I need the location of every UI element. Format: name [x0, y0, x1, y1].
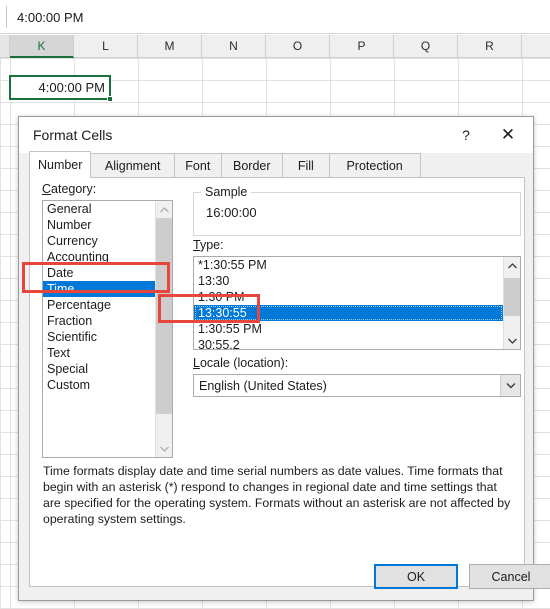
column-header-l[interactable]: L [74, 35, 138, 58]
number-tab-panel: Category: General Number Currency Accountin… [29, 177, 525, 587]
sample-groupbox: Sample 16:00:00 [193, 185, 521, 236]
column-header-p[interactable]: P [330, 35, 394, 58]
type-item-0[interactable]: *1:30:55 PM [194, 257, 503, 273]
gridline-horizontal [0, 102, 550, 103]
formula-bar-value[interactable]: 4:00:00 PM [17, 0, 84, 34]
formula-bar[interactable]: 4:00:00 PM [0, 0, 550, 34]
type-scrollbar[interactable] [503, 257, 520, 349]
tab-border[interactable]: Border [220, 153, 283, 178]
tab-label: Number [37, 158, 83, 172]
locale-label: Locale (location): [193, 356, 289, 370]
type-items[interactable]: *1:30:55 PM 13:30 1:30 PM 13:30:55 1:30:55 P… [194, 257, 503, 349]
category-item-time[interactable]: Time [43, 281, 155, 297]
sample-value: 16:00:00 [206, 205, 257, 220]
fill-handle[interactable] [107, 96, 113, 102]
category-item-special[interactable]: Special [43, 361, 155, 377]
category-description: Time formats display date and time seria… [43, 464, 511, 526]
selected-cell[interactable]: 4:00:00 PM [9, 75, 111, 100]
category-item-date[interactable]: Date [43, 265, 155, 281]
category-item-general[interactable]: General [43, 201, 155, 217]
category-scrollbar-thumb[interactable] [156, 218, 172, 414]
close-icon[interactable]: ✕ [489, 117, 527, 153]
type-item-3[interactable]: 13:30:55 [194, 305, 503, 321]
category-scrollbar[interactable] [155, 201, 172, 457]
column-header-o[interactable]: O [266, 35, 330, 58]
category-item-fraction[interactable]: Fraction [43, 313, 155, 329]
tab-label: Font [185, 159, 211, 173]
category-item-percentage[interactable]: Percentage [43, 297, 155, 313]
type-listbox[interactable]: *1:30:55 PM 13:30 1:30 PM 13:30:55 1:30:55 P… [193, 256, 521, 350]
category-item-custom[interactable]: Custom [43, 377, 155, 393]
gridline-vertical [10, 58, 11, 609]
format-cells-dialog: Format Cells ? ✕ Number Alignment Font Bord… [18, 116, 550, 601]
tab-label: Alignment [104, 159, 161, 173]
screen: 4:00:00 PM KLMNOPQR 4:00:00 PM Format Ce… [0, 0, 550, 609]
column-header-q[interactable]: Q [394, 35, 458, 58]
column-header-k[interactable]: K [10, 35, 74, 58]
dialog-title: Format Cells [33, 127, 113, 143]
chevron-up-icon[interactable] [504, 257, 520, 274]
sample-label: Sample [201, 185, 252, 199]
dialog-titlebar[interactable]: Format Cells ? ✕ [19, 117, 533, 153]
dialog-tabs: Number Alignment Font Border Fill Protection [19, 151, 533, 178]
tab-protection[interactable]: Protection [328, 153, 421, 178]
ok-button[interactable]: OK [374, 564, 458, 589]
tab-alignment[interactable]: Alignment [90, 153, 175, 178]
category-label: Category: [42, 182, 97, 196]
category-item-text[interactable]: Text [43, 345, 155, 361]
tab-label: Protection [346, 159, 403, 173]
type-item-1[interactable]: 13:30 [194, 273, 503, 289]
column-header-n[interactable]: N [202, 35, 266, 58]
type-scrollbar-thumb[interactable] [504, 278, 520, 316]
tab-number[interactable]: Number [29, 151, 92, 178]
chevron-down-icon[interactable] [500, 375, 520, 396]
cancel-button[interactable]: Cancel [469, 564, 550, 589]
category-item-currency[interactable]: Currency [43, 233, 155, 249]
category-items[interactable]: General Number Currency Accounting Date Time P… [43, 201, 155, 457]
gridline-vertical [0, 58, 1, 609]
column-header-m[interactable]: M [138, 35, 202, 58]
type-item-5[interactable]: 30:55.2 [194, 337, 503, 349]
chevron-down-icon[interactable] [156, 440, 172, 457]
tab-font[interactable]: Font [174, 153, 222, 178]
type-label: Type: [193, 238, 224, 252]
chevron-down-icon[interactable] [504, 332, 520, 349]
locale-combobox[interactable]: English (United States) [193, 374, 521, 397]
grid-corner [0, 35, 10, 58]
category-item-number[interactable]: Number [43, 217, 155, 233]
chevron-up-icon[interactable] [156, 201, 172, 218]
category-item-accounting[interactable]: Accounting [43, 249, 155, 265]
locale-value: English (United States) [199, 378, 327, 393]
category-item-scientific[interactable]: Scientific [43, 329, 155, 345]
tab-label: Fill [297, 159, 314, 173]
type-item-4[interactable]: 1:30:55 PM [194, 321, 503, 337]
tab-fill[interactable]: Fill [282, 153, 330, 178]
tab-label: Border [233, 159, 271, 173]
column-header-r[interactable]: R [458, 35, 522, 58]
formula-bar-divider [6, 6, 7, 28]
category-listbox[interactable]: General Number Currency Accounting Date Time P… [42, 200, 173, 458]
help-icon[interactable]: ? [447, 117, 485, 153]
type-item-2[interactable]: 1:30 PM [194, 289, 503, 305]
gridline-horizontal [0, 58, 550, 59]
